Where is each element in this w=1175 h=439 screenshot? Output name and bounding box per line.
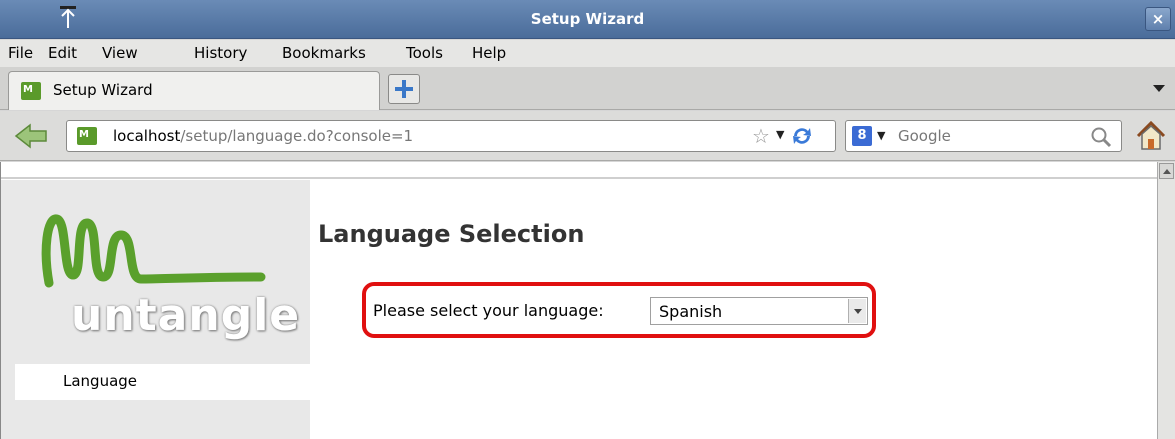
logo-wave-icon — [41, 214, 266, 288]
window-titlebar: Setup Wizard × — [0, 0, 1175, 39]
navigation-bar: M localhost/setup/language.do?console=1 … — [0, 111, 1175, 161]
tab-strip: M Setup Wizard — [0, 67, 1175, 110]
page-title: Language Selection — [318, 220, 585, 248]
untangle-logo: untangle — [31, 205, 299, 341]
menu-history[interactable]: History — [194, 44, 247, 62]
tab-list-icon[interactable] — [1153, 85, 1165, 92]
search-engine-icon[interactable]: 8 — [852, 126, 872, 146]
divider — [1, 177, 1158, 179]
bookmark-star-icon[interactable]: ☆ — [752, 124, 770, 148]
sidebar: untangle Language — [1, 180, 310, 439]
sidebar-item-language[interactable]: Language — [15, 364, 310, 400]
menu-bar: File Edit View History Bookmarks Tools H… — [0, 40, 1175, 67]
tab-setup-wizard[interactable]: M Setup Wizard — [8, 71, 380, 110]
home-icon[interactable] — [1134, 119, 1168, 153]
url-dropdown-icon[interactable]: ▼ — [776, 128, 784, 141]
close-window-button[interactable]: × — [1145, 7, 1171, 31]
sidebar-item-label: Language — [63, 372, 138, 390]
main-panel: Language Selection Please select your la… — [310, 180, 1158, 439]
back-arrow-icon[interactable] — [14, 122, 48, 150]
menu-file[interactable]: File — [8, 44, 33, 62]
reload-icon[interactable] — [789, 124, 815, 148]
search-input[interactable]: Google — [898, 127, 951, 145]
url-path: /setup/language.do?console=1 — [180, 127, 414, 145]
tab-label: Setup Wizard — [53, 81, 153, 99]
search-engine-dropdown-icon[interactable]: ▼ — [877, 129, 885, 142]
menu-edit[interactable]: Edit — [48, 44, 77, 62]
menu-tools[interactable]: Tools — [406, 44, 443, 62]
search-bar[interactable]: 8 ▼ Google — [845, 120, 1122, 152]
logo-wordmark: untangle — [71, 290, 301, 341]
site-identity-icon[interactable]: M — [77, 127, 97, 145]
menu-view[interactable]: View — [102, 44, 138, 62]
search-icon[interactable] — [1089, 125, 1113, 149]
plus-icon — [395, 80, 413, 98]
new-tab-button[interactable] — [388, 74, 420, 104]
scroll-up-button[interactable] — [1159, 163, 1174, 179]
url-text[interactable]: localhost/setup/language.do?console=1 — [113, 127, 413, 145]
vertical-scrollbar[interactable] — [1157, 162, 1175, 439]
menu-bookmarks[interactable]: Bookmarks — [282, 44, 366, 62]
arrow-up-icon — [1163, 169, 1171, 174]
language-select[interactable]: Spanish — [650, 297, 868, 325]
window-title: Setup Wizard — [530, 10, 645, 28]
untangle-favicon-icon: M — [21, 82, 41, 100]
chevron-down-icon[interactable] — [848, 299, 866, 323]
menu-help[interactable]: Help — [472, 44, 506, 62]
language-select-value: Spanish — [659, 302, 723, 321]
url-bar[interactable]: M localhost/setup/language.do?console=1 … — [66, 120, 836, 152]
language-label: Please select your language: — [373, 301, 604, 320]
page-content: untangle Language Language Selection Ple… — [0, 162, 1158, 439]
url-host: localhost — [113, 127, 181, 145]
